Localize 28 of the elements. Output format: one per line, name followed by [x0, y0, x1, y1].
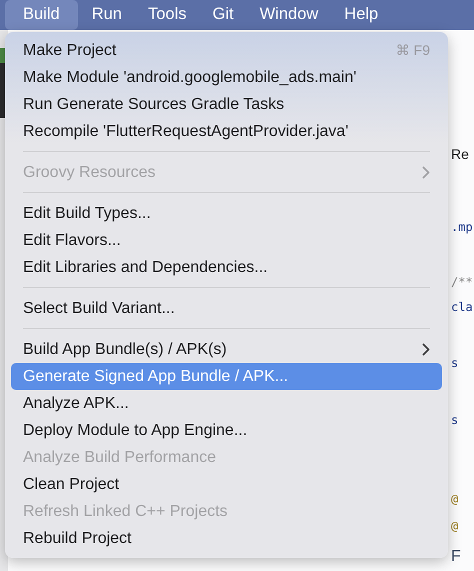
- code-text: F: [451, 548, 461, 566]
- menu-item[interactable]: Rebuild Project: [11, 525, 442, 552]
- menu-bar-item[interactable]: Help: [332, 0, 390, 30]
- code-text: Re: [451, 146, 469, 162]
- menu-item[interactable]: Select Build Variant...: [11, 295, 442, 322]
- menu-item[interactable]: Make Module 'android.googlemobile_ads.main': [11, 64, 442, 91]
- menu-bar-item[interactable]: Run: [80, 0, 134, 30]
- code-text: cla: [451, 300, 473, 314]
- code-text: .mp: [451, 220, 473, 234]
- menu-item[interactable]: Recompile 'FlutterRequestAgentProvider.java': [11, 118, 442, 145]
- menu-bar-item[interactable]: Build: [5, 0, 78, 30]
- menu-item[interactable]: Build App Bundle(s) / APK(s): [11, 336, 442, 363]
- menu-bar-item[interactable]: Tools: [136, 0, 199, 30]
- menu-item[interactable]: Clean Project: [11, 471, 442, 498]
- menu-item[interactable]: Edit Build Types...: [11, 200, 442, 227]
- menu-item[interactable]: Edit Libraries and Dependencies...: [11, 254, 442, 281]
- code-text: @: [451, 519, 458, 533]
- code-text: s: [451, 356, 458, 370]
- menu-item[interactable]: Analyze APK...: [11, 390, 442, 417]
- code-text: /**: [451, 275, 473, 289]
- menu-item[interactable]: Deploy Module to App Engine...: [11, 417, 442, 444]
- code-text: @: [451, 492, 458, 506]
- menu-item[interactable]: Run Generate Sources Gradle Tasks: [11, 91, 442, 118]
- menu-item[interactable]: Edit Flavors...: [11, 227, 442, 254]
- menu-bar-item[interactable]: Window: [248, 0, 330, 30]
- code-text: s: [451, 413, 458, 427]
- menu-item[interactable]: Make Project ⌘ F9: [11, 37, 442, 64]
- menu-bar-item[interactable]: Git: [200, 0, 246, 30]
